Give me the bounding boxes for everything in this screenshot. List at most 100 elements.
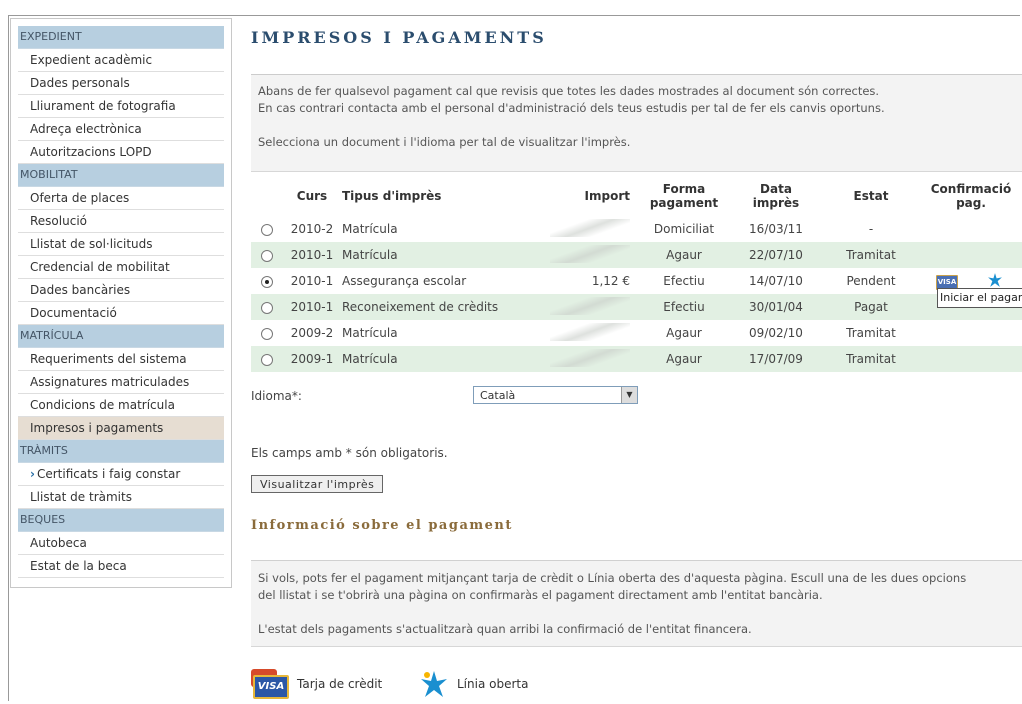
intro-text-2: En cas contrari contacta amb el personal… [258,101,885,115]
sidebar-item-label: Expedient acadèmic [30,53,153,67]
view-document-button[interactable]: Visualitzar l'imprès [251,475,384,493]
sidebar-section-3: TRÀMITS [18,440,224,463]
sidebar-item[interactable]: Documentació [18,302,224,325]
sidebar-item[interactable]: Llistat de tràmits [18,486,224,509]
sidebar-item-label: Llistat de tràmits [30,490,132,504]
pay-linia-oberta-icon[interactable] [984,272,1006,288]
cell-data: 30/01/04 [730,294,822,320]
cell-forma: Efectiu [663,274,705,288]
documents-table: Curs Tipus d'imprès Import Forma pagament… [251,176,1022,372]
linia-oberta-option[interactable]: Línia oberta [419,666,528,702]
cell-tipus: Reconeixement de crèdits [341,294,543,320]
cell-data: 17/07/09 [730,346,822,372]
cell-conf [920,242,1022,268]
cell-data: 16/03/11 [749,222,803,236]
linia-oberta-star-icon [421,671,447,697]
sidebar-item[interactable]: Autoritzacions LOPD [18,141,224,164]
cell-estat: Tramitat [846,326,896,340]
table-row: 2009-2 Matrícula Agaur 09/02/10 Tramitat [251,320,1022,346]
cell-import [543,346,638,372]
cell-forma: Agaur [666,326,702,340]
sidebar-item[interactable]: Resolució [18,210,224,233]
cell-radio [251,242,283,268]
sidebar-item[interactable]: Dades bancàries [18,279,224,302]
sidebar-item[interactable]: Assignatures matriculades [18,371,224,394]
payment-tooltip: Iniciar el pagam [937,288,1022,308]
sidebar-item[interactable]: Oferta de places [18,187,224,210]
sidebar-section-1: MOBILITAT [18,164,224,187]
sidebar-item-label: Lliurament de fotografia [30,99,176,113]
cell-tipus: Assegurança escolar [342,274,467,288]
cell-radio [251,320,283,346]
blurred-amount [550,218,630,237]
cell-tipus: Matrícula [341,346,543,372]
header-import: Import [584,189,630,203]
cell-forma: Domiciliat [653,222,715,236]
cell-conf [920,216,1022,242]
sidebar-item[interactable]: Requeriments del sistema [18,348,224,371]
intro-text-1: Abans de fer qualsevol pagament cal que … [258,84,880,98]
row-select-radio[interactable] [261,249,273,262]
row-select-radio[interactable] [261,223,273,236]
header-data: Data imprès [730,176,822,216]
sidebar-section-4: BEQUES [18,509,224,532]
table-row: 2010-1 Reconeixement de crèdits Efectiu 30/… [251,294,1022,320]
cell-radio [251,294,283,320]
sidebar-item[interactable]: Impresos i pagaments [18,417,224,440]
header-data-1: Data [760,182,792,196]
credit-card-option[interactable]: VISA Tarja de crèdit [251,666,382,702]
cell-estat: Pagat [822,294,920,320]
blurred-amount [550,244,630,263]
sidebar-section-2: MATRÍCULA [18,325,224,348]
sidebar-item[interactable]: Llistat de sol·licituds [18,233,224,256]
sidebar-item-label: Impresos i pagaments [30,421,164,435]
chevron-right-icon: › [30,467,35,481]
sidebar-item-label: Adreça electrònica [30,122,142,136]
linia-oberta-label: Línia oberta [457,677,529,691]
blurred-amount [550,296,630,315]
cell-estat: Tramitat [822,242,920,268]
cell-tipus: Matrícula [342,326,398,340]
cell-forma: Efectiu [638,294,730,320]
cell-import [543,216,638,242]
cell-curs: 2009-2 [290,326,334,340]
visa-logo-text: VISA [253,675,289,699]
sidebar-item[interactable]: Condicions de matrícula [18,394,224,417]
payment-info-text-1: Si vols, pots fer el pagament mitjançant… [258,571,967,585]
cell-estat: - [868,222,874,236]
sidebar-item-label: Documentació [30,306,117,320]
blurred-amount [550,322,630,341]
blurred-amount [550,348,630,367]
sidebar-item-label: Estat de la beca [30,559,127,573]
row-select-radio[interactable] [261,353,273,366]
sidebar-item-label: Condicions de matrícula [30,398,175,412]
row-select-radio[interactable] [261,275,273,288]
sidebar-item[interactable]: Dades personals [18,72,224,95]
sidebar-item[interactable]: Expedient acadèmic [18,49,224,72]
chevron-down-icon[interactable]: ▼ [621,387,637,403]
sidebar-item-label: Requeriments del sistema [30,352,187,366]
sidebar-item[interactable]: Adreça electrònica [18,118,224,141]
sidebar-item[interactable]: Credencial de mobilitat [18,256,224,279]
cell-data: 14/07/10 [749,274,803,288]
sidebar-item[interactable]: Autobeca [18,532,224,555]
cell-forma: Agaur [638,346,730,372]
cell-import [543,242,638,268]
header-forma-1: Forma [662,182,706,196]
sidebar-item[interactable]: Lliurament de fotografia [18,95,224,118]
cell-curs: 2010-1 [283,294,341,320]
table-row: 2010-1 Assegurança escolar 1,12 € Efectiu 14… [251,268,1022,294]
cell-curs: 2010-1 [283,242,341,268]
header-curs: Curs [296,189,328,203]
sidebar-item[interactable]: › Certificats i faig constar [18,463,224,486]
payment-info-text-2: del llistat i se t'obrirà una pàgina on … [258,588,823,602]
sidebar-item[interactable]: Estat de la beca [18,555,224,578]
header-forma: Forma pagament [638,176,730,216]
credit-card-label: Tarja de crèdit [297,677,383,691]
row-select-radio[interactable] [261,327,273,340]
sidebar-item-label: Certificats i faig constar [36,467,181,481]
table-row: 2010-2 Matrícula Domiciliat 16/03/11 - [251,216,1022,242]
sidebar-item-label: Credencial de mobilitat [30,260,170,274]
row-select-radio[interactable] [261,301,273,314]
idioma-select[interactable]: Català ▼ [473,386,638,404]
